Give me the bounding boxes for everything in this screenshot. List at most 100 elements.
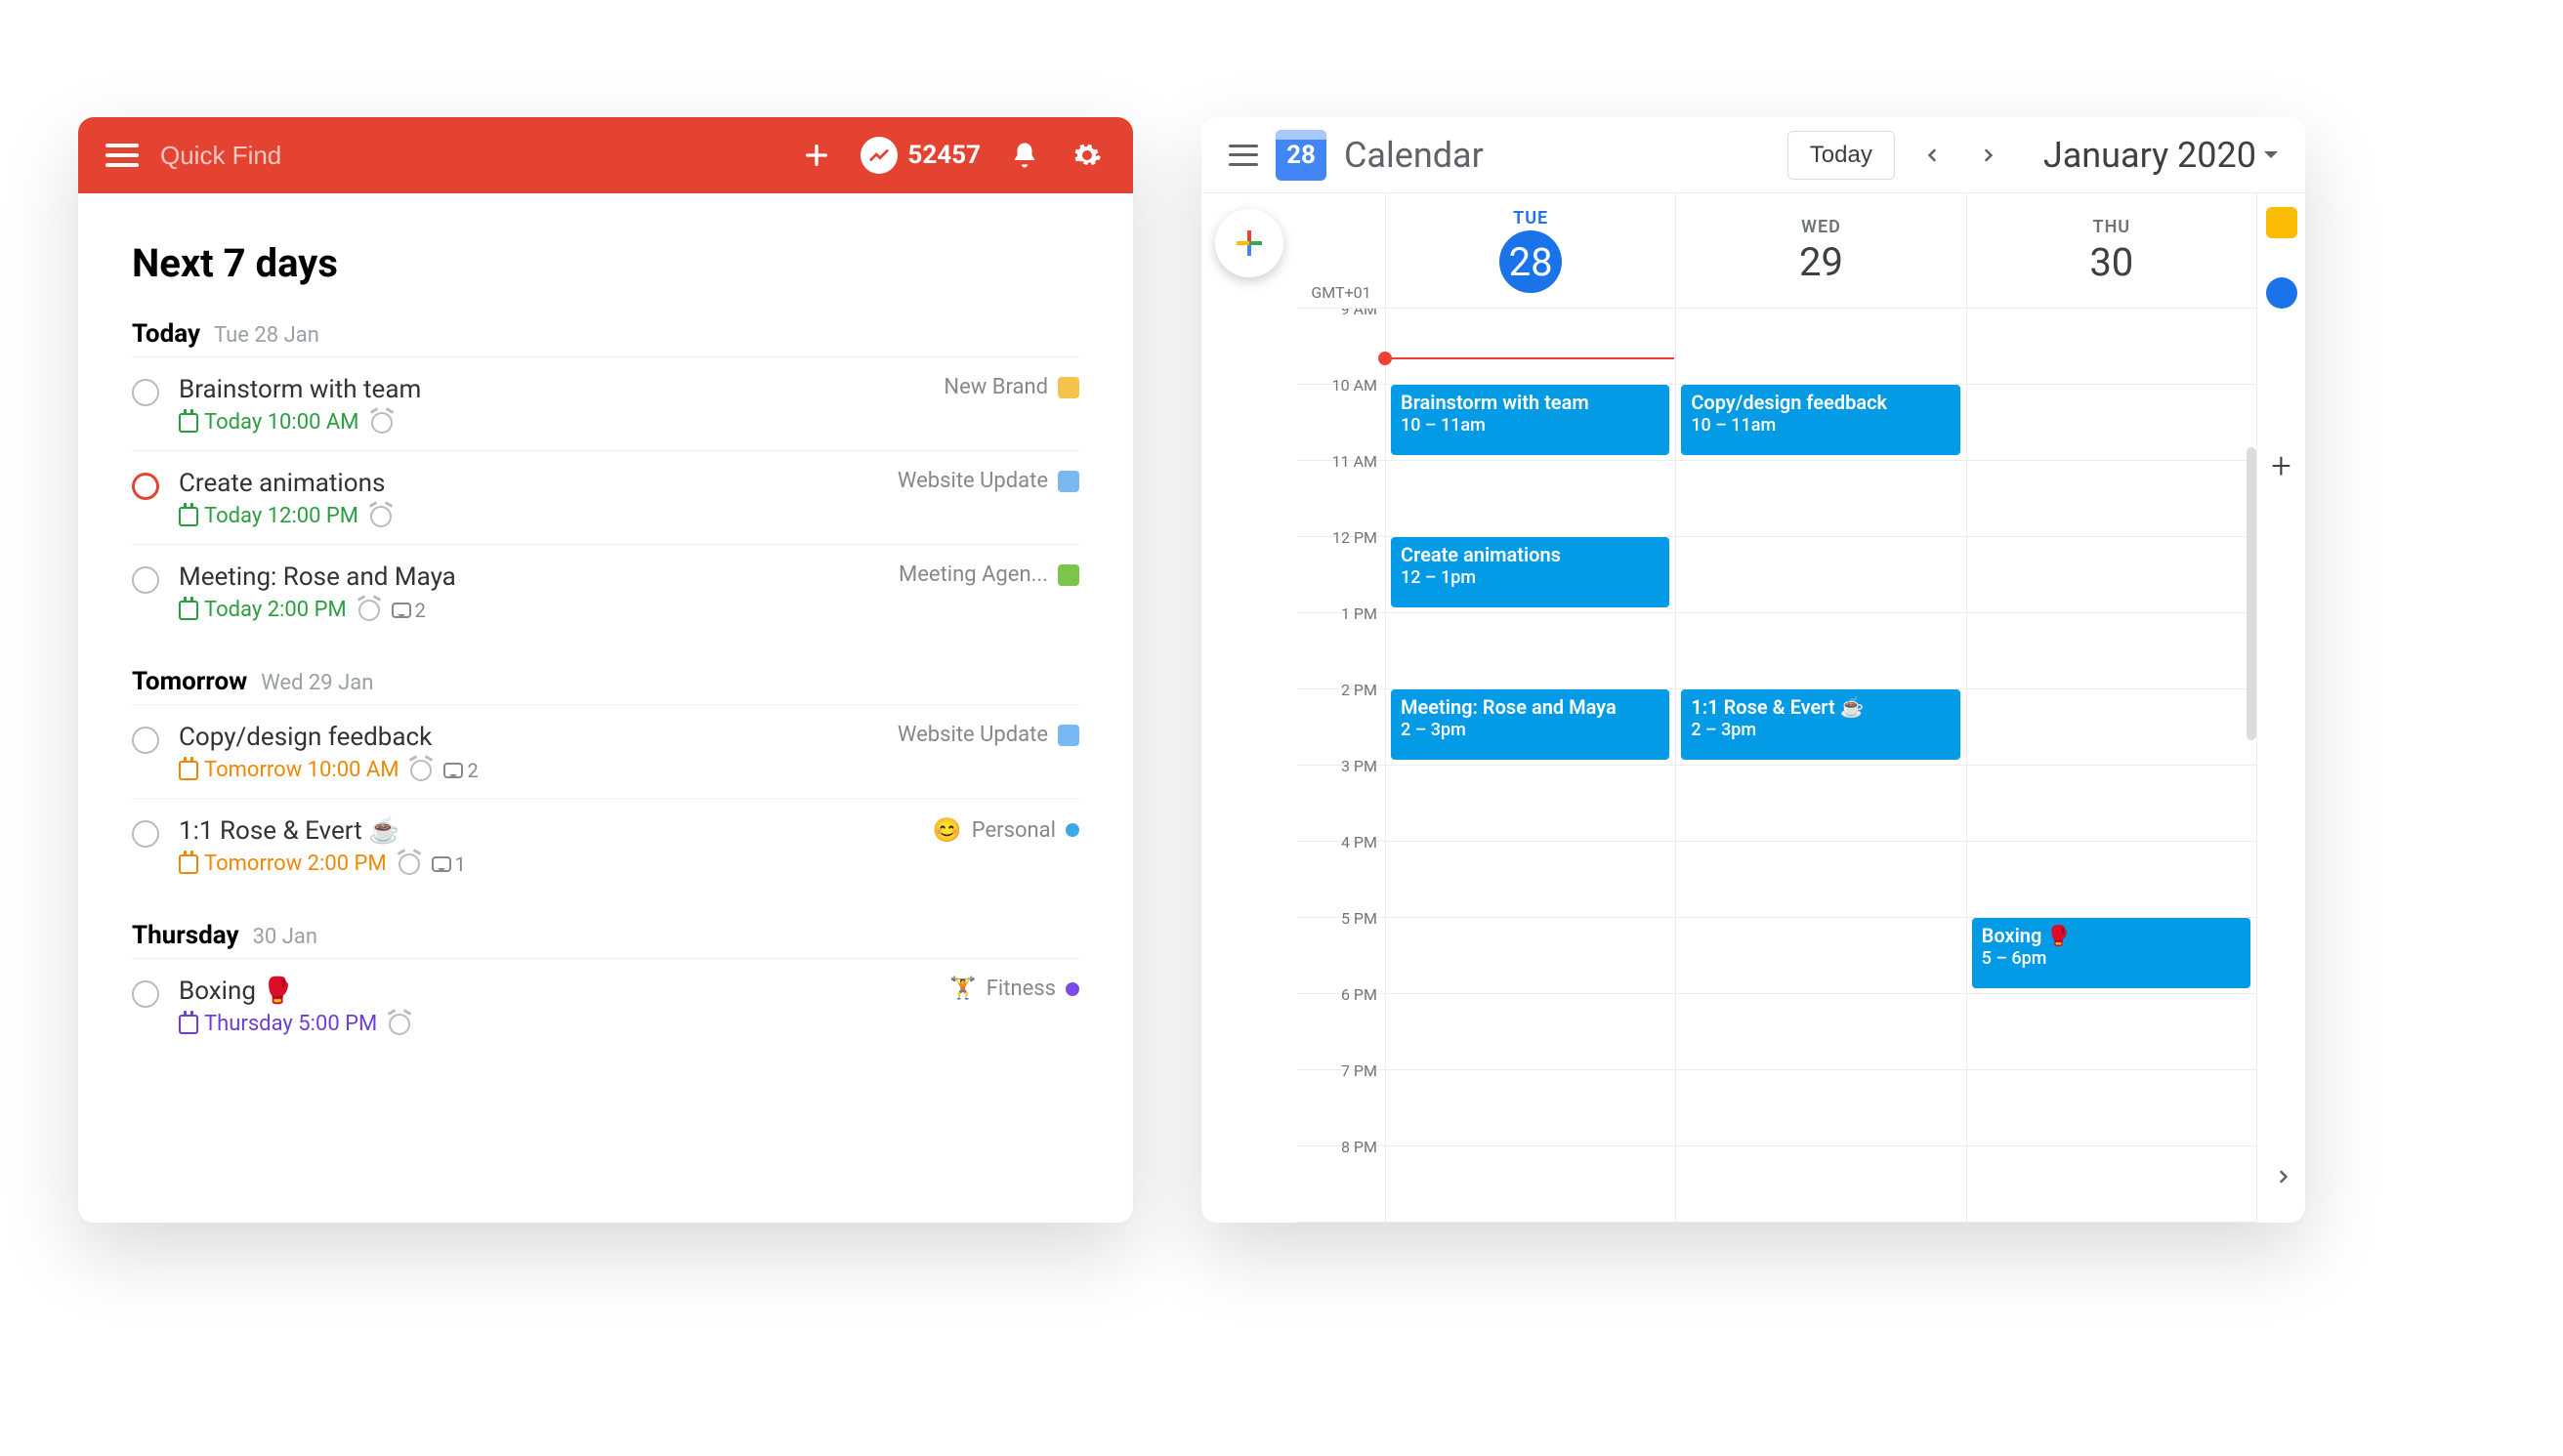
- todoist-window: 52457 Next 7 days Today Tue 28 Jan: [78, 117, 1133, 1223]
- task-checkbox[interactable]: [132, 473, 159, 500]
- karma-button[interactable]: 52457: [861, 137, 981, 174]
- hour-label: 3 PM: [1297, 757, 1385, 841]
- caret-down-icon: [2264, 151, 2278, 165]
- settings-icon[interactable]: [1069, 137, 1106, 174]
- task-checkbox[interactable]: [132, 980, 159, 1008]
- day-column-tue[interactable]: Brainstorm with team10 – 11am Create ani…: [1385, 309, 1675, 1223]
- menu-icon[interactable]: [105, 144, 139, 167]
- day-column-thu[interactable]: Boxing 🥊5 – 6pm: [1966, 309, 2256, 1223]
- comment-count[interactable]: 2: [392, 599, 426, 622]
- task-project[interactable]: Meeting Agen...: [899, 562, 1079, 587]
- day-header-row: GMT+01 TUE 28 WED 29 THU 30: [1297, 193, 2256, 309]
- assignee-avatar: [1058, 471, 1079, 492]
- comment-count[interactable]: 2: [443, 759, 478, 782]
- reminder-icon: [389, 1014, 410, 1035]
- next-arrow-icon[interactable]: [1969, 136, 2008, 175]
- assignee-avatar: [1058, 725, 1079, 746]
- collapse-panel-icon[interactable]: [2274, 1164, 2293, 1193]
- hour-label: 6 PM: [1297, 985, 1385, 1069]
- reminder-icon: [358, 600, 380, 621]
- section-thursday: Thursday 30 Jan Boxing 🥊 Thursday 5:00 P…: [132, 921, 1079, 1052]
- section-name: Tomorrow: [132, 667, 247, 696]
- search-input[interactable]: [160, 141, 414, 171]
- hours-grid[interactable]: 9 AM10 AM11 AM12 PM1 PM2 PM3 PM4 PM5 PM6…: [1297, 309, 2256, 1223]
- task-item[interactable]: Brainstorm with team Today 10:00 AM New …: [132, 356, 1079, 451]
- reminder-icon: [371, 412, 393, 434]
- project-dot: [1066, 823, 1079, 837]
- gcal-grid: GMT+01 TUE 28 WED 29 THU 30 9 AM1: [1297, 193, 2256, 1223]
- project-emoji: 🏋️: [949, 977, 976, 1001]
- task-date: Today 10:00 AM: [179, 410, 359, 435]
- task-date: Today 2:00 PM: [179, 598, 347, 622]
- events-layer: Brainstorm with team10 – 11am Create ani…: [1385, 309, 2256, 1223]
- section-name: Today: [132, 319, 200, 349]
- calendar-event[interactable]: 1:1 Rose & Evert ☕2 – 3pm: [1681, 689, 1959, 760]
- task-item[interactable]: Meeting: Rose and Maya Today 2:00 PM 2 M…: [132, 545, 1079, 638]
- task-project[interactable]: 😊 Personal: [933, 816, 1079, 844]
- task-checkbox[interactable]: [132, 566, 159, 594]
- calendar-event[interactable]: Create animations12 – 1pm: [1391, 537, 1669, 607]
- project-dot: [1066, 982, 1079, 996]
- task-project[interactable]: Website Update: [898, 723, 1079, 747]
- hour-label: 9 AM: [1297, 309, 1385, 384]
- todoist-header: 52457: [78, 117, 1133, 193]
- day-header[interactable]: WED 29: [1675, 193, 1965, 308]
- add-task-button[interactable]: [798, 137, 835, 174]
- hour-label: 7 PM: [1297, 1061, 1385, 1145]
- gcal-left-rail: [1201, 193, 1297, 1223]
- prev-arrow-icon[interactable]: [1912, 136, 1952, 175]
- task-item[interactable]: Create animations Today 12:00 PM Website…: [132, 451, 1079, 545]
- keep-icon[interactable]: [2266, 207, 2297, 238]
- task-date: Tomorrow 10:00 AM: [179, 758, 399, 782]
- hour-label: 8 PM: [1297, 1138, 1385, 1222]
- hour-label: 4 PM: [1297, 833, 1385, 917]
- gcal-header: 28 Calendar Today January 2020: [1201, 117, 2305, 193]
- task-item[interactable]: 1:1 Rose & Evert ☕ Tomorrow 2:00 PM 1 😊 …: [132, 799, 1079, 892]
- day-header[interactable]: TUE 28: [1385, 193, 1675, 308]
- task-item[interactable]: Copy/design feedback Tomorrow 10:00 AM 2…: [132, 704, 1079, 799]
- menu-icon[interactable]: [1229, 145, 1258, 166]
- hour-label: 2 PM: [1297, 681, 1385, 765]
- today-button[interactable]: Today: [1787, 131, 1895, 180]
- project-emoji: 😊: [933, 816, 962, 844]
- hour-label: 1 PM: [1297, 604, 1385, 688]
- task-date: Tomorrow 2:00 PM: [179, 852, 387, 876]
- task-date: Thursday 5:00 PM: [179, 1012, 377, 1036]
- calendar-event[interactable]: Meeting: Rose and Maya2 – 3pm: [1391, 689, 1669, 760]
- calendar-event[interactable]: Boxing 🥊5 – 6pm: [1972, 918, 2250, 988]
- task-title: Meeting: Rose and Maya: [179, 562, 899, 592]
- plus-icon: [1237, 230, 1262, 256]
- task-item[interactable]: Boxing 🥊 Thursday 5:00 PM 🏋️ Fitness: [132, 958, 1079, 1052]
- section-tomorrow: Tomorrow Wed 29 Jan Copy/design feedback…: [132, 667, 1079, 892]
- month-selector[interactable]: January 2020: [2043, 135, 2278, 176]
- section-date: Tue 28 Jan: [214, 323, 319, 348]
- task-project[interactable]: Website Update: [898, 469, 1079, 493]
- tasks-icon[interactable]: [2266, 277, 2297, 309]
- page-title: Next 7 days: [132, 240, 1079, 286]
- task-project[interactable]: 🏋️ Fitness: [949, 977, 1079, 1001]
- task-project[interactable]: New Brand: [944, 375, 1079, 399]
- task-checkbox[interactable]: [132, 379, 159, 406]
- day-header[interactable]: THU 30: [1966, 193, 2256, 308]
- calendar-event[interactable]: Brainstorm with team10 – 11am: [1391, 385, 1669, 455]
- reminder-icon: [370, 506, 392, 527]
- app-title: Calendar: [1344, 135, 1484, 176]
- task-checkbox[interactable]: [132, 820, 159, 848]
- scrollbar[interactable]: [2247, 447, 2256, 740]
- hour-label: 5 PM: [1297, 909, 1385, 993]
- assignee-avatar: [1058, 377, 1079, 398]
- hour-label: 10 AM: [1297, 376, 1385, 460]
- notifications-icon[interactable]: [1006, 137, 1043, 174]
- section-name: Thursday: [132, 921, 239, 950]
- current-time-indicator: [1385, 357, 1674, 359]
- comment-count[interactable]: 1: [432, 853, 466, 876]
- create-event-button[interactable]: [1215, 209, 1283, 277]
- calendar-logo-icon: 28: [1276, 130, 1326, 181]
- add-addon-button[interactable]: +: [2271, 445, 2290, 486]
- section-date: 30 Jan: [253, 925, 317, 949]
- task-title: Boxing 🥊: [179, 977, 949, 1006]
- calendar-event[interactable]: Copy/design feedback10 – 11am: [1681, 385, 1959, 455]
- todo-body: Next 7 days Today Tue 28 Jan Brainstorm …: [78, 193, 1133, 1120]
- day-column-wed[interactable]: Copy/design feedback10 – 11am 1:1 Rose &…: [1675, 309, 1965, 1223]
- task-checkbox[interactable]: [132, 727, 159, 754]
